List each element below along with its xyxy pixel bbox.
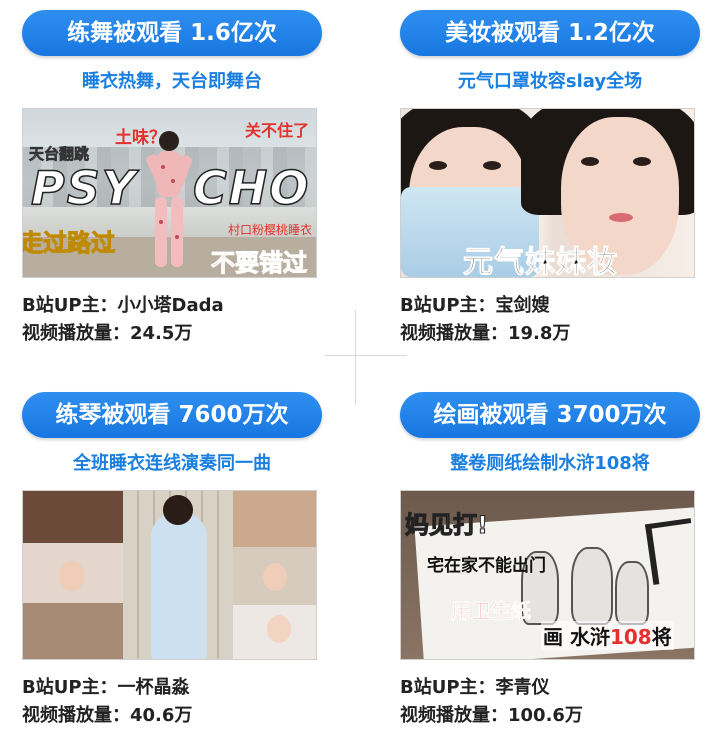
video-thumbnail[interactable] <box>22 490 317 660</box>
video-thumbnail[interactable]: 元气妹妹妆 <box>400 108 695 278</box>
video-cell <box>23 603 123 659</box>
divider-cross-horizontal <box>325 355 407 356</box>
video-thumbnail[interactable]: 妈见打! 宅在家不能出门 用卫生纸 画 水浒108将 <box>400 490 695 660</box>
card-subtitle: 元气口罩妆容slay全场 <box>457 71 643 92</box>
face-small <box>267 615 291 643</box>
views-label: 视频播放量： <box>400 705 508 726</box>
overlay-cant-stop: 关不住了 <box>245 121 310 140</box>
performer-head <box>163 495 193 525</box>
overlay-pajama: 村口粉樱桃睡衣 <box>228 223 313 237</box>
figure-sketch <box>571 547 613 625</box>
views-label: 视频播放量： <box>22 323 130 344</box>
views-count: 24.5万 <box>130 323 193 344</box>
views-label: 视频播放量： <box>22 705 130 726</box>
overlay-draw: 画 水浒 <box>543 625 610 649</box>
face-small <box>59 561 85 591</box>
uploader-label: B站UP主： <box>400 295 496 316</box>
views-count: 100.6万 <box>508 705 583 726</box>
uploader-label: B站UP主： <box>22 295 118 316</box>
card-title-pill: 绘画被观看 3700万次 <box>400 392 700 438</box>
card-subtitle: 全班睡衣连线演奏同一曲 <box>73 453 271 474</box>
face-small <box>263 563 287 591</box>
eye <box>429 161 447 170</box>
overlay-pass-by: 走过路过 <box>22 229 116 258</box>
card-subtitle: 睡衣热舞，天台即舞台 <box>82 71 262 92</box>
overlay-toilet-paper: 用卫生纸 <box>451 599 532 624</box>
uploader-name[interactable]: 一杯晶淼 <box>118 677 190 698</box>
eye <box>483 161 501 170</box>
uploader-name[interactable]: 李青仪 <box>496 677 550 698</box>
card-title-pill: 练琴被观看 7600万次 <box>22 392 322 438</box>
calligraphy-mark <box>644 518 694 585</box>
uploader-label: B站UP主： <box>22 677 118 698</box>
overlay-dont-miss: 不要错过 <box>211 249 308 278</box>
video-meta: B站UP主：李青仪 视频播放量：100.6万 <box>400 674 583 730</box>
video-cell <box>123 491 233 659</box>
video-thumbnail[interactable]: 土味？ 天台翻跳 关不住了 PSY CHO 村口粉樱桃睡衣 走过路过 不要错过 <box>22 108 317 278</box>
dancer-figure <box>146 131 192 267</box>
video-cell <box>233 491 316 547</box>
uploader-name[interactable]: 小小塔Dada <box>118 295 224 316</box>
video-meta: B站UP主：宝剑嫂 视频播放量：19.8万 <box>400 292 570 348</box>
uploader-label: B站UP主： <box>400 677 496 698</box>
lips <box>609 213 633 222</box>
views-count: 40.6万 <box>130 705 193 726</box>
overlay-number: 108 <box>609 625 652 649</box>
overlay-caption: 元气妹妹妆 <box>463 245 618 278</box>
overlay-generals: 将 <box>651 625 672 649</box>
card-subtitle: 整卷厕纸绘制水浒108将 <box>450 453 650 474</box>
figure-sketch <box>615 561 649 625</box>
divider-cross-vertical <box>355 310 356 405</box>
eye <box>633 157 651 166</box>
views-count: 19.8万 <box>508 323 571 344</box>
overlay-cho: CHO <box>192 160 311 216</box>
overlay-stay-home: 宅在家不能出门 <box>427 556 546 576</box>
video-cell <box>23 491 123 543</box>
card-title-pill: 练舞被观看 1.6亿次 <box>22 10 322 56</box>
uploader-name[interactable]: 宝剑嫂 <box>496 295 550 316</box>
performer <box>151 513 207 659</box>
overlay-question: 土味？ <box>115 128 166 148</box>
video-meta: B站UP主：小小塔Dada 视频播放量：24.5万 <box>22 292 224 348</box>
overlay-psy: PSY <box>30 160 138 216</box>
card-title-pill: 美妆被观看 1.2亿次 <box>400 10 700 56</box>
overlay-draw-line: 画 水浒108将 <box>541 621 674 650</box>
video-meta: B站UP主：一杯晶淼 视频播放量：40.6万 <box>22 674 192 730</box>
eye <box>581 157 599 166</box>
overlay-mom: 妈见打! <box>405 511 489 540</box>
views-label: 视频播放量： <box>400 323 508 344</box>
